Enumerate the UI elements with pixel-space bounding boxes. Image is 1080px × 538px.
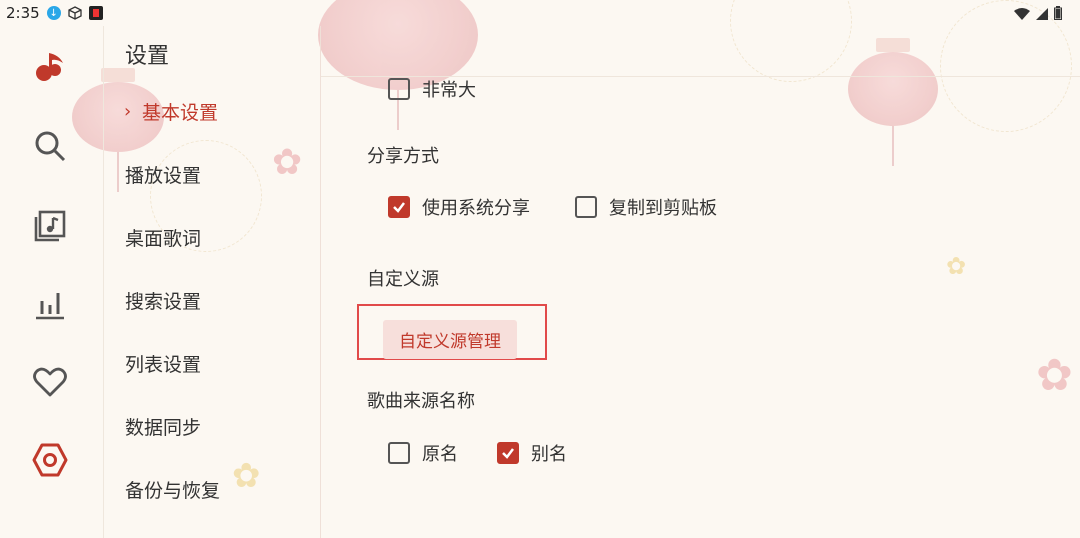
download-icon: ↓	[46, 6, 61, 20]
nav-item-label: 数据同步	[125, 417, 202, 439]
option-label: 非常大	[422, 80, 476, 101]
box-icon	[68, 6, 82, 20]
music-note-icon[interactable]	[30, 46, 70, 86]
nav-item-desktop-lyrics[interactable]: 桌面歌词	[125, 224, 201, 251]
custom-source-manage-button[interactable]: 自定义源管理	[383, 320, 517, 359]
nav-item-basic[interactable]: › 基本设置	[124, 98, 218, 125]
option-label: 使用系统分享	[422, 198, 530, 219]
nav-item-sync[interactable]: 数据同步	[125, 413, 201, 440]
nav-item-search[interactable]: 搜索设置	[125, 287, 201, 314]
option-label: 复制到剪贴板	[609, 198, 717, 219]
nav-item-label: 播放设置	[125, 165, 202, 187]
status-time: 2:35	[6, 4, 40, 22]
status-bar: 2:35 ↓	[0, 0, 1080, 26]
share-section-title: 分享方式	[367, 146, 439, 167]
nav-item-backup[interactable]: 备份与恢复	[125, 476, 220, 503]
nav-item-label: 搜索设置	[125, 291, 202, 313]
signal-icon	[1036, 5, 1048, 24]
nav-item-label: 备份与恢复	[125, 480, 221, 502]
option-label: 别名	[531, 444, 567, 465]
source-name-title: 歌曲来源名称	[367, 391, 475, 412]
option-system-share[interactable]: 使用系统分享	[388, 194, 530, 220]
heart-icon[interactable]	[30, 362, 70, 402]
checkbox[interactable]	[388, 442, 410, 464]
settings-nav: 设置 › 基本设置 播放设置 桌面歌词 搜索设置 列表设置 数据同步 备份与恢复	[104, 26, 321, 538]
nav-item-label: 列表设置	[125, 354, 202, 376]
nav-item-label: 基本设置	[142, 102, 219, 124]
option-original-name[interactable]: 原名	[388, 440, 458, 466]
checkbox[interactable]	[388, 78, 410, 100]
nav-item-playback[interactable]: 播放设置	[125, 161, 201, 188]
option-very-large[interactable]: 非常大	[388, 76, 476, 102]
settings-icon[interactable]	[30, 440, 70, 480]
option-alias[interactable]: 别名	[497, 440, 567, 466]
settings-content: 非常大 分享方式 使用系统分享 复制到剪贴板 自定义源 自定义源管理 歌曲来源名…	[321, 26, 1080, 538]
page-title: 设置	[125, 44, 170, 69]
option-copy-clipboard[interactable]: 复制到剪贴板	[575, 194, 717, 220]
chart-icon[interactable]	[30, 284, 70, 324]
checkbox[interactable]	[575, 196, 597, 218]
battery-icon	[1054, 5, 1062, 24]
nav-item-label: 桌面歌词	[125, 228, 202, 250]
custom-source-title: 自定义源	[367, 269, 439, 290]
main-sidebar	[0, 26, 104, 538]
option-label: 原名	[422, 444, 458, 465]
chevron-right-icon: ›	[124, 101, 132, 122]
search-icon[interactable]	[30, 126, 70, 166]
checkbox-checked[interactable]	[388, 196, 410, 218]
playlist-icon[interactable]	[30, 206, 70, 246]
nav-item-list[interactable]: 列表设置	[125, 350, 201, 377]
wifi-icon	[1014, 5, 1030, 24]
app-notification-icon	[88, 6, 103, 20]
checkbox-checked[interactable]	[497, 442, 519, 464]
